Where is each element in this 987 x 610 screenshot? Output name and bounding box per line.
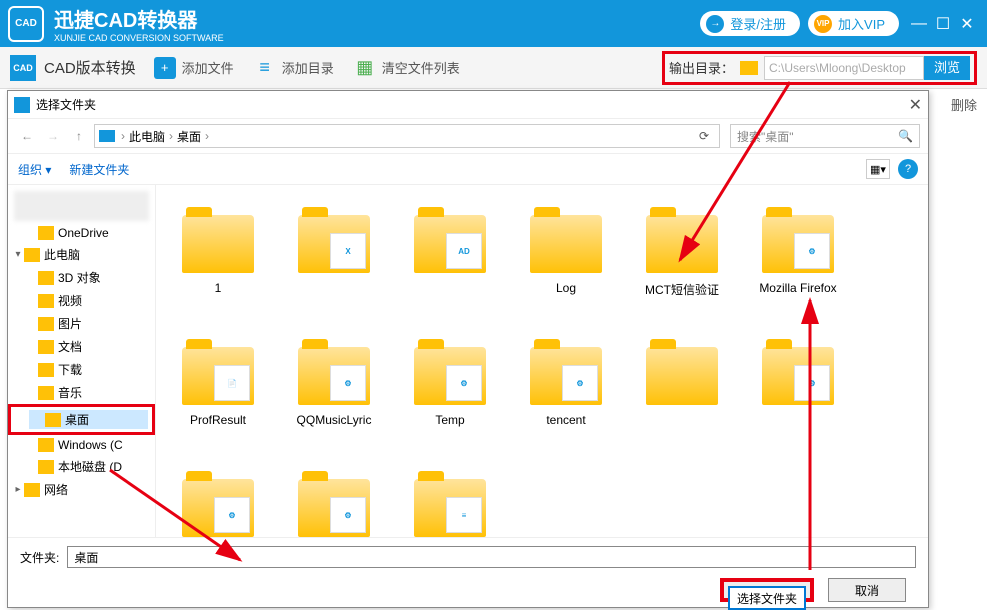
tree-node[interactable]: 音乐 [8, 381, 155, 404]
folder-tree[interactable]: OneDrive▾此电脑3D 对象视频图片文档下载音乐桌面Windows (C本… [8, 185, 156, 537]
search-field[interactable]: 搜索"桌面" 🔍 [730, 124, 920, 148]
view-button[interactable]: ▦▾ [866, 159, 890, 179]
vip-label: 加入VIP [838, 14, 885, 33]
dialog-options: 组织 ▾ 新建文件夹 ▦▾ ? [8, 153, 928, 185]
help-button[interactable]: ? [898, 159, 918, 179]
tree-node[interactable]: ▸网络 [8, 478, 155, 501]
organize-menu[interactable]: 组织 ▾ [18, 161, 51, 178]
folder-item[interactable]: ⚙QQMusicLyric [282, 327, 386, 455]
folder-item[interactable]: ⚙Mozilla Firefox [746, 195, 850, 323]
login-button[interactable]: → 登录/注册 [700, 11, 800, 36]
folder-picker-dialog: 选择文件夹 ✕ ← → ↑ › 此电脑 › 桌面 › ⟳ 搜索"桌面" 🔍 组织… [7, 90, 929, 608]
add-file-label: 添加文件 [182, 58, 234, 77]
dialog-title-text: 选择文件夹 [36, 96, 96, 113]
arrow-icon: → [706, 15, 724, 33]
folder-name-input[interactable] [67, 546, 916, 568]
grid-icon: ▦ [354, 57, 376, 79]
login-label: 登录/注册 [730, 14, 786, 33]
folder-item[interactable]: 📄ProfResult [166, 327, 270, 455]
app-logo: CAD [8, 6, 44, 42]
folder-item[interactable]: X [282, 195, 386, 323]
dialog-close-button[interactable]: ✕ [909, 95, 922, 115]
clear-button[interactable]: ▦ 清空文件列表 [354, 57, 460, 79]
vip-icon: VIP [814, 15, 832, 33]
cancel-button[interactable]: 取消 [828, 578, 906, 602]
forward-button[interactable]: → [42, 125, 64, 147]
title-bar: CAD 迅捷CAD转换器 XUNJIE CAD CONVERSION SOFTW… [0, 0, 987, 47]
minimize-button[interactable]: — [907, 15, 931, 33]
folder-item[interactable]: ≡ [398, 459, 502, 537]
folder-item[interactable]: ⚙ [746, 327, 850, 455]
folder-item[interactable]: MCT短信验证 [630, 195, 734, 323]
app-title: 迅捷CAD转换器 [54, 4, 224, 33]
tree-node[interactable]: Windows (C [8, 435, 155, 455]
dialog-footer: 文件夹: 选择文件夹 取消 [8, 537, 928, 606]
app-subtitle: XUNJIE CAD CONVERSION SOFTWARE [54, 33, 224, 43]
dialog-icon [14, 97, 30, 113]
crumb-pc[interactable]: 此电脑 [125, 128, 169, 145]
clear-label: 清空文件列表 [382, 58, 460, 77]
folder-item[interactable]: ⚙ [166, 459, 270, 537]
folder-item[interactable]: ⚙ [282, 459, 386, 537]
vip-button[interactable]: VIP 加入VIP [808, 11, 899, 36]
output-label: 输出目录： [669, 58, 734, 77]
dialog-titlebar: 选择文件夹 ✕ [8, 91, 928, 119]
folder-item[interactable]: AD [398, 195, 502, 323]
tree-node[interactable]: 视频 [8, 289, 155, 312]
tree-node[interactable]: OneDrive [8, 223, 155, 243]
tree-node[interactable]: 文档 [8, 335, 155, 358]
add-dir-label: 添加目录 [282, 58, 334, 77]
crumb-desktop[interactable]: 桌面 [173, 128, 205, 145]
plus-icon: + [154, 57, 176, 79]
select-folder-highlight: 选择文件夹 [720, 578, 814, 602]
add-dir-button[interactable]: ≡ 添加目录 [254, 57, 334, 79]
output-path-field[interactable]: C:\Users\Mloong\Desktop [764, 56, 924, 80]
main-toolbar: CAD CAD版本转换 + 添加文件 ≡ 添加目录 ▦ 清空文件列表 输出目录：… [0, 47, 987, 89]
mode-text: CAD版本转换 [44, 57, 136, 78]
folder-grid[interactable]: 1XADLogMCT短信验证⚙Mozilla Firefox 📄ProfResul… [156, 185, 928, 537]
folder-item[interactable]: ⚙Temp [398, 327, 502, 455]
breadcrumb[interactable]: › 此电脑 › 桌面 › ⟳ [94, 124, 720, 148]
list-icon: ≡ [254, 57, 276, 79]
folder-item[interactable]: Log [514, 195, 618, 323]
close-button[interactable]: ✕ [955, 14, 979, 34]
tree-node[interactable]: 本地磁盘 (D [8, 455, 155, 478]
search-placeholder: 搜索"桌面" [737, 128, 794, 145]
back-button[interactable]: ← [16, 125, 38, 147]
tree-node[interactable]: 桌面 [8, 404, 155, 435]
folder-item[interactable] [630, 327, 734, 455]
refresh-button[interactable]: ⟳ [693, 125, 715, 147]
new-folder-button[interactable]: 新建文件夹 [69, 161, 129, 178]
tree-node[interactable]: 图片 [8, 312, 155, 335]
tree-node[interactable]: ▾此电脑 [8, 243, 155, 266]
folder-item[interactable]: 1 [166, 195, 270, 323]
folder-field-label: 文件夹: [20, 549, 59, 566]
add-file-button[interactable]: + 添加文件 [154, 57, 234, 79]
cad-icon: CAD [10, 55, 36, 81]
folder-item[interactable]: ⚙tencent [514, 327, 618, 455]
tree-node[interactable]: 下载 [8, 358, 155, 381]
dialog-navbar: ← → ↑ › 此电脑 › 桌面 › ⟳ 搜索"桌面" 🔍 [8, 119, 928, 153]
delete-button[interactable]: 删除 [951, 95, 977, 114]
output-dir-box: 输出目录： C:\Users\Mloong\Desktop 浏览 [662, 51, 977, 85]
search-icon: 🔍 [898, 129, 913, 143]
app-title-block: 迅捷CAD转换器 XUNJIE CAD CONVERSION SOFTWARE [54, 4, 224, 43]
browse-button[interactable]: 浏览 [924, 56, 970, 80]
pc-icon [99, 130, 115, 142]
folder-icon [740, 61, 758, 75]
select-folder-button[interactable]: 选择文件夹 [728, 586, 806, 610]
maximize-button[interactable]: ☐ [931, 14, 955, 34]
tree-node[interactable]: 3D 对象 [8, 266, 155, 289]
up-button[interactable]: ↑ [68, 125, 90, 147]
mode-label: CAD CAD版本转换 [10, 55, 136, 81]
